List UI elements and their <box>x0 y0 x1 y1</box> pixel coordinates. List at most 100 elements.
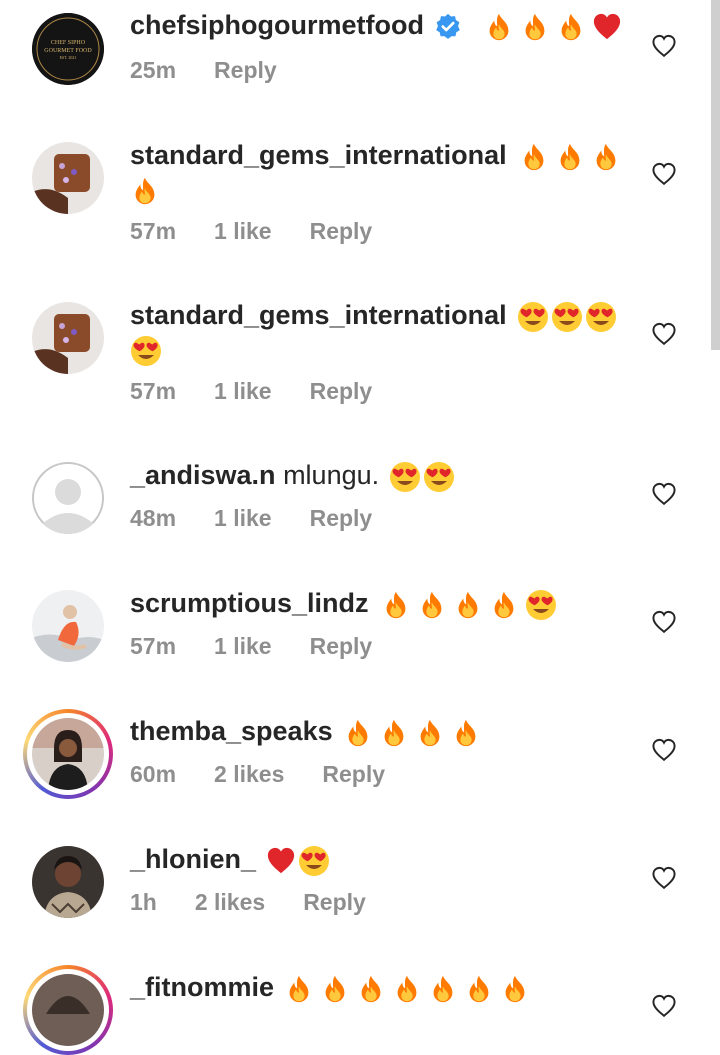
comment-line-wrap <box>130 172 160 206</box>
story-ring[interactable] <box>23 709 113 799</box>
avatar-photo <box>32 142 104 214</box>
comment-meta: 60m 2 likes Reply <box>130 760 423 788</box>
fire-emoji-icon <box>392 974 422 1004</box>
avatar[interactable] <box>32 142 104 214</box>
reply-button[interactable]: Reply <box>310 217 373 245</box>
fire-emoji-icon <box>556 12 586 42</box>
comment-line: _hlonien_ <box>130 842 330 877</box>
avatar-photo <box>32 974 104 1046</box>
reply-button[interactable]: Reply <box>310 504 373 532</box>
comment-time: 25m <box>130 57 177 83</box>
like-heart-icon[interactable] <box>651 481 677 507</box>
avatar-photo <box>32 590 104 662</box>
heart-eyes-emoji-icon <box>389 461 421 493</box>
like-count[interactable]: 1 like <box>214 217 272 245</box>
reply-button[interactable]: Reply <box>303 888 366 916</box>
like-count[interactable]: 1 like <box>214 377 272 405</box>
avatar[interactable] <box>32 846 104 918</box>
fire-emoji-icon <box>520 12 550 42</box>
like-heart-icon[interactable] <box>651 865 677 891</box>
username[interactable]: standard_gems_international <box>130 140 507 170</box>
like-count[interactable]: 1 like <box>214 632 272 660</box>
username[interactable]: _fitnommie <box>130 972 274 1002</box>
username[interactable]: _andiswa.n <box>130 460 276 490</box>
svg-text:GOURMET FOOD: GOURMET FOOD <box>44 48 92 54</box>
fire-emoji-icon <box>415 718 445 748</box>
comment-line: standard_gems_international <box>130 298 617 333</box>
heart-eyes-emoji-icon <box>423 461 455 493</box>
fire-emoji-icon <box>381 590 411 620</box>
avatar-placeholder[interactable] <box>32 462 104 534</box>
avatar[interactable] <box>32 590 104 662</box>
reply-button[interactable]: Reply <box>310 632 373 660</box>
avatar-photo <box>32 302 104 374</box>
comment-line: scrumptious_lindz <box>130 586 557 621</box>
heart-eyes-emoji-icon <box>517 301 549 333</box>
brand-logo-avatar: CHEF SIPHO GOURMET FOOD EST. 2021 <box>32 13 104 85</box>
fire-emoji-icon <box>484 12 514 42</box>
comment-meta: 48m 1 like Reply <box>130 504 410 532</box>
fire-emoji-icon <box>500 974 530 1004</box>
red-heart-emoji-icon <box>266 846 296 876</box>
comment-line: chefsiphogourmetfood <box>130 8 622 42</box>
comment-time: 1h <box>130 889 157 915</box>
fire-emoji-icon <box>417 590 447 620</box>
like-count[interactable]: 2 likes <box>195 888 265 916</box>
comment-time: 57m <box>130 218 177 244</box>
comment-meta: 1h 2 likes Reply <box>130 888 404 916</box>
like-heart-icon[interactable] <box>651 321 677 347</box>
username[interactable]: themba_speaks <box>130 716 333 746</box>
fire-emoji-icon <box>591 142 621 172</box>
username[interactable]: _hlonien_ <box>130 844 256 874</box>
fire-emoji-icon <box>451 718 481 748</box>
fire-emoji-icon <box>489 590 519 620</box>
like-heart-icon[interactable] <box>651 737 677 763</box>
username[interactable]: scrumptious_lindz <box>130 588 369 618</box>
fire-emoji-icon <box>379 718 409 748</box>
fire-emoji-icon <box>284 974 314 1004</box>
like-heart-icon[interactable] <box>651 993 677 1019</box>
like-heart-icon[interactable] <box>651 33 677 59</box>
heart-eyes-emoji-icon <box>298 845 330 877</box>
comment-meta: 25m Reply <box>130 56 315 84</box>
fire-emoji-icon <box>428 974 458 1004</box>
like-heart-icon[interactable] <box>651 609 677 635</box>
avatar <box>32 974 104 1046</box>
like-count[interactable]: 2 likes <box>214 760 284 788</box>
username[interactable]: standard_gems_international <box>130 300 507 330</box>
username[interactable]: chefsiphogourmetfood <box>130 10 424 40</box>
comment-time: 48m <box>130 505 177 531</box>
comment-text: mlungu. <box>283 460 380 490</box>
comment-line: _fitnommie <box>130 970 530 1004</box>
reply-button[interactable]: Reply <box>322 760 385 788</box>
comment-meta: 57m 1 like Reply <box>130 377 410 405</box>
fire-emoji-icon <box>320 974 350 1004</box>
fire-emoji-icon <box>464 974 494 1004</box>
avatar[interactable]: CHEF SIPHO GOURMET FOOD EST. 2021 <box>32 13 104 85</box>
avatar-photo <box>32 718 104 790</box>
comment-line: standard_gems_international <box>130 138 621 172</box>
scrollbar[interactable] <box>711 0 720 350</box>
fire-emoji-icon <box>519 142 549 172</box>
avatar-photo <box>32 846 104 918</box>
comment-line: _andiswa.n mlungu. <box>130 458 455 493</box>
fire-emoji-icon <box>453 590 483 620</box>
like-heart-icon[interactable] <box>651 161 677 187</box>
reply-button[interactable]: Reply <box>214 56 277 84</box>
comment-time: 57m <box>130 378 177 404</box>
reply-button[interactable]: Reply <box>310 377 373 405</box>
fire-emoji-icon <box>343 718 373 748</box>
fire-emoji-icon <box>356 974 386 1004</box>
heart-eyes-emoji-icon <box>585 301 617 333</box>
avatar[interactable] <box>32 302 104 374</box>
like-count[interactable]: 1 like <box>214 504 272 532</box>
svg-text:CHEF SIPHO: CHEF SIPHO <box>51 40 86 46</box>
fire-emoji-icon <box>130 176 160 206</box>
story-ring[interactable] <box>23 965 113 1055</box>
comment-line: themba_speaks <box>130 714 481 748</box>
fire-emoji-icon <box>555 142 585 172</box>
svg-text:EST. 2021: EST. 2021 <box>60 55 77 60</box>
verified-badge-icon <box>434 13 462 41</box>
heart-eyes-emoji-icon <box>551 301 583 333</box>
red-heart-emoji-icon <box>592 12 622 42</box>
